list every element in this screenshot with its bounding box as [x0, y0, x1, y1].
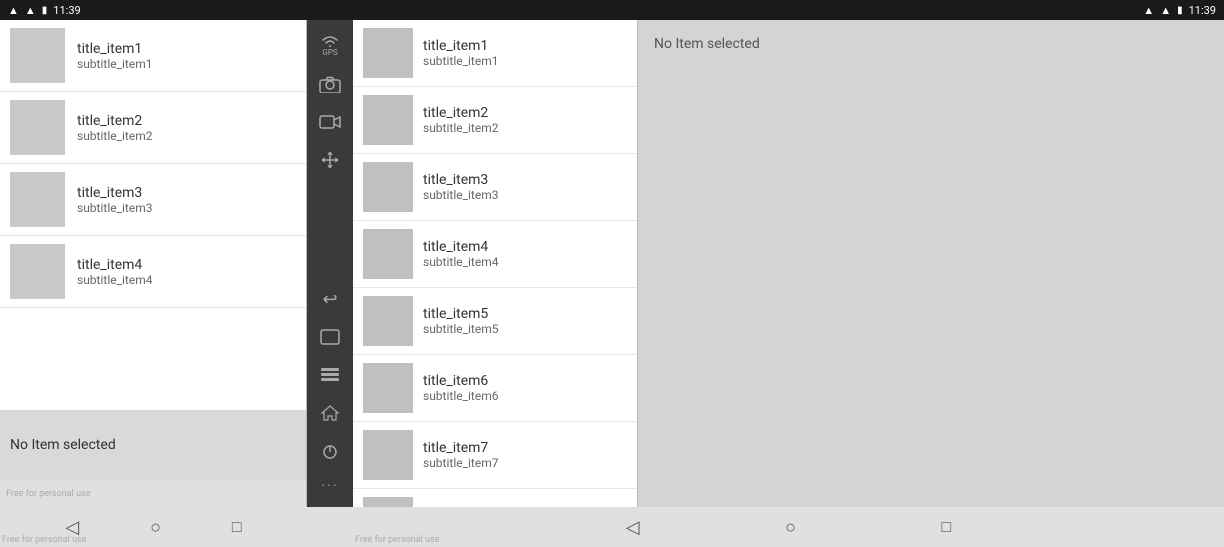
status-bar-right: ▲ ▲ ▮ 11:39 — [1143, 4, 1216, 17]
watermark-right-bottom: Free for personal use — [355, 535, 439, 545]
wifi-icon-right: ▲ — [1143, 4, 1154, 17]
middle-thumbnail — [363, 162, 413, 212]
item-thumbnail — [10, 244, 65, 299]
item-text: title_item7 subtitle_item7 — [423, 440, 499, 470]
toolbar-move-icon[interactable] — [310, 142, 350, 178]
toolbar-power-icon[interactable] — [310, 433, 350, 469]
middle-list-item[interactable]: title_item6 subtitle_item6 — [353, 355, 637, 422]
item-subtitle: subtitle_item4 — [77, 273, 153, 287]
battery-icon: ▮ — [42, 5, 48, 16]
home-button[interactable]: ○ — [150, 517, 161, 538]
toolbar-list-icon[interactable] — [310, 357, 350, 393]
list-item[interactable]: title_item3 subtitle_item3 — [0, 164, 306, 236]
item-thumbnail — [10, 28, 65, 83]
left-panel: title_item1 subtitle_item1 title_item2 s… — [0, 20, 307, 507]
list-item[interactable]: title_item2 subtitle_item2 — [0, 92, 306, 164]
middle-list-item[interactable]: title_item1 subtitle_item1 — [353, 20, 637, 87]
no-item-selected-left: No Item selected — [0, 410, 306, 480]
middle-thumbnail — [363, 95, 413, 145]
item-subtitle: subtitle_item7 — [423, 456, 499, 470]
item-subtitle: subtitle_item1 — [423, 54, 499, 68]
item-text: title_item1 subtitle_item1 — [77, 41, 153, 71]
time-left: 11:39 — [53, 4, 80, 17]
wifi-icon: ▲ — [8, 4, 19, 17]
toolbar-tablet-icon[interactable] — [310, 319, 350, 355]
right-panel: No Item selected — [638, 20, 1224, 507]
status-bar-left: ▲ ▲ ▮ 11:39 — [8, 4, 81, 17]
toolbar-camera-icon[interactable] — [310, 66, 350, 102]
middle-thumbnail — [363, 497, 413, 507]
middle-toolbar: GPS ↩ — [307, 20, 353, 507]
left-list: title_item1 subtitle_item1 title_item2 s… — [0, 20, 306, 410]
item-subtitle: subtitle_item5 — [423, 322, 499, 336]
item-subtitle: subtitle_item3 — [77, 201, 153, 215]
item-subtitle: subtitle_item2 — [77, 129, 153, 143]
item-text: title_item6 subtitle_item6 — [423, 373, 499, 403]
signal-icon: ▲ — [25, 4, 36, 17]
no-item-selected-right: No Item selected — [654, 36, 760, 52]
middle-thumbnail — [363, 229, 413, 279]
bottom-nav: ◁ ○ □ ◁ ○ □ Free for personal use Free f… — [0, 507, 1224, 547]
middle-thumbnail — [363, 296, 413, 346]
middle-thumbnail — [363, 363, 413, 413]
middle-panel: title_item1 subtitle_item1 title_item2 s… — [353, 20, 638, 507]
item-subtitle: subtitle_item2 — [423, 121, 499, 135]
bottom-nav-center-section: ◁ ○ □ — [353, 517, 1224, 538]
item-subtitle: subtitle_item6 — [423, 389, 499, 403]
item-text: title_item1 subtitle_item1 — [423, 38, 499, 68]
item-title: title_item6 — [423, 373, 499, 389]
item-text: title_item4 subtitle_item4 — [77, 257, 153, 287]
recent-button[interactable]: □ — [232, 517, 242, 537]
middle-thumbnail — [363, 28, 413, 78]
back-button-right[interactable]: ◁ — [626, 517, 640, 538]
item-text: title_item4 subtitle_item4 — [423, 239, 499, 269]
item-title: title_item1 — [423, 38, 499, 54]
middle-list-item[interactable]: title_item3 subtitle_item3 — [353, 154, 637, 221]
item-subtitle: subtitle_item1 — [77, 57, 153, 71]
item-title: title_item2 — [423, 105, 499, 121]
item-text: title_item3 subtitle_item3 — [423, 172, 499, 202]
item-title: title_item5 — [423, 306, 499, 322]
toolbar-back-icon[interactable]: ↩ — [310, 281, 350, 317]
item-title: title_item7 — [423, 440, 499, 456]
item-title: title_item4 — [423, 239, 499, 255]
list-item[interactable]: title_item4 subtitle_item4 — [0, 236, 306, 308]
item-text: title_item2 subtitle_item2 — [77, 113, 153, 143]
middle-list-item[interactable]: title_item8 subtitle_item8 — [353, 489, 637, 507]
middle-list-item[interactable]: title_item7 subtitle_item7 — [353, 422, 637, 489]
home-button-right[interactable]: ○ — [785, 517, 796, 538]
item-title: title_item3 — [423, 172, 499, 188]
signal-icon-right: ▲ — [1160, 4, 1171, 17]
middle-thumbnail — [363, 430, 413, 480]
middle-list-item[interactable]: title_item5 subtitle_item5 — [353, 288, 637, 355]
item-text: title_item2 subtitle_item2 — [423, 105, 499, 135]
item-thumbnail — [10, 172, 65, 227]
watermark-left: Free for personal use — [0, 480, 306, 507]
item-title: title_item1 — [77, 41, 153, 57]
recent-button-right[interactable]: □ — [942, 517, 952, 537]
item-subtitle: subtitle_item3 — [423, 188, 499, 202]
watermark-left-bottom: Free for personal use — [2, 535, 86, 545]
item-subtitle: subtitle_item4 — [423, 255, 499, 269]
toolbar-video-icon[interactable] — [310, 104, 350, 140]
toolbar-home-icon[interactable] — [310, 395, 350, 431]
item-text: title_item5 subtitle_item5 — [423, 306, 499, 336]
item-thumbnail — [10, 100, 65, 155]
item-title: title_item3 — [77, 185, 153, 201]
battery-icon-right: ▮ — [1177, 5, 1183, 16]
middle-list-item[interactable]: title_item4 subtitle_item4 — [353, 221, 637, 288]
item-title: title_item2 — [77, 113, 153, 129]
item-text: title_item3 subtitle_item3 — [77, 185, 153, 215]
middle-list-item[interactable]: title_item2 subtitle_item2 — [353, 87, 637, 154]
toolbar-wifi-icon[interactable]: GPS — [310, 26, 350, 64]
toolbar-dots-icon[interactable]: ··· — [310, 471, 350, 501]
list-item[interactable]: title_item1 subtitle_item1 — [0, 20, 306, 92]
item-title: title_item4 — [77, 257, 153, 273]
time-right: 11:39 — [1189, 4, 1216, 17]
